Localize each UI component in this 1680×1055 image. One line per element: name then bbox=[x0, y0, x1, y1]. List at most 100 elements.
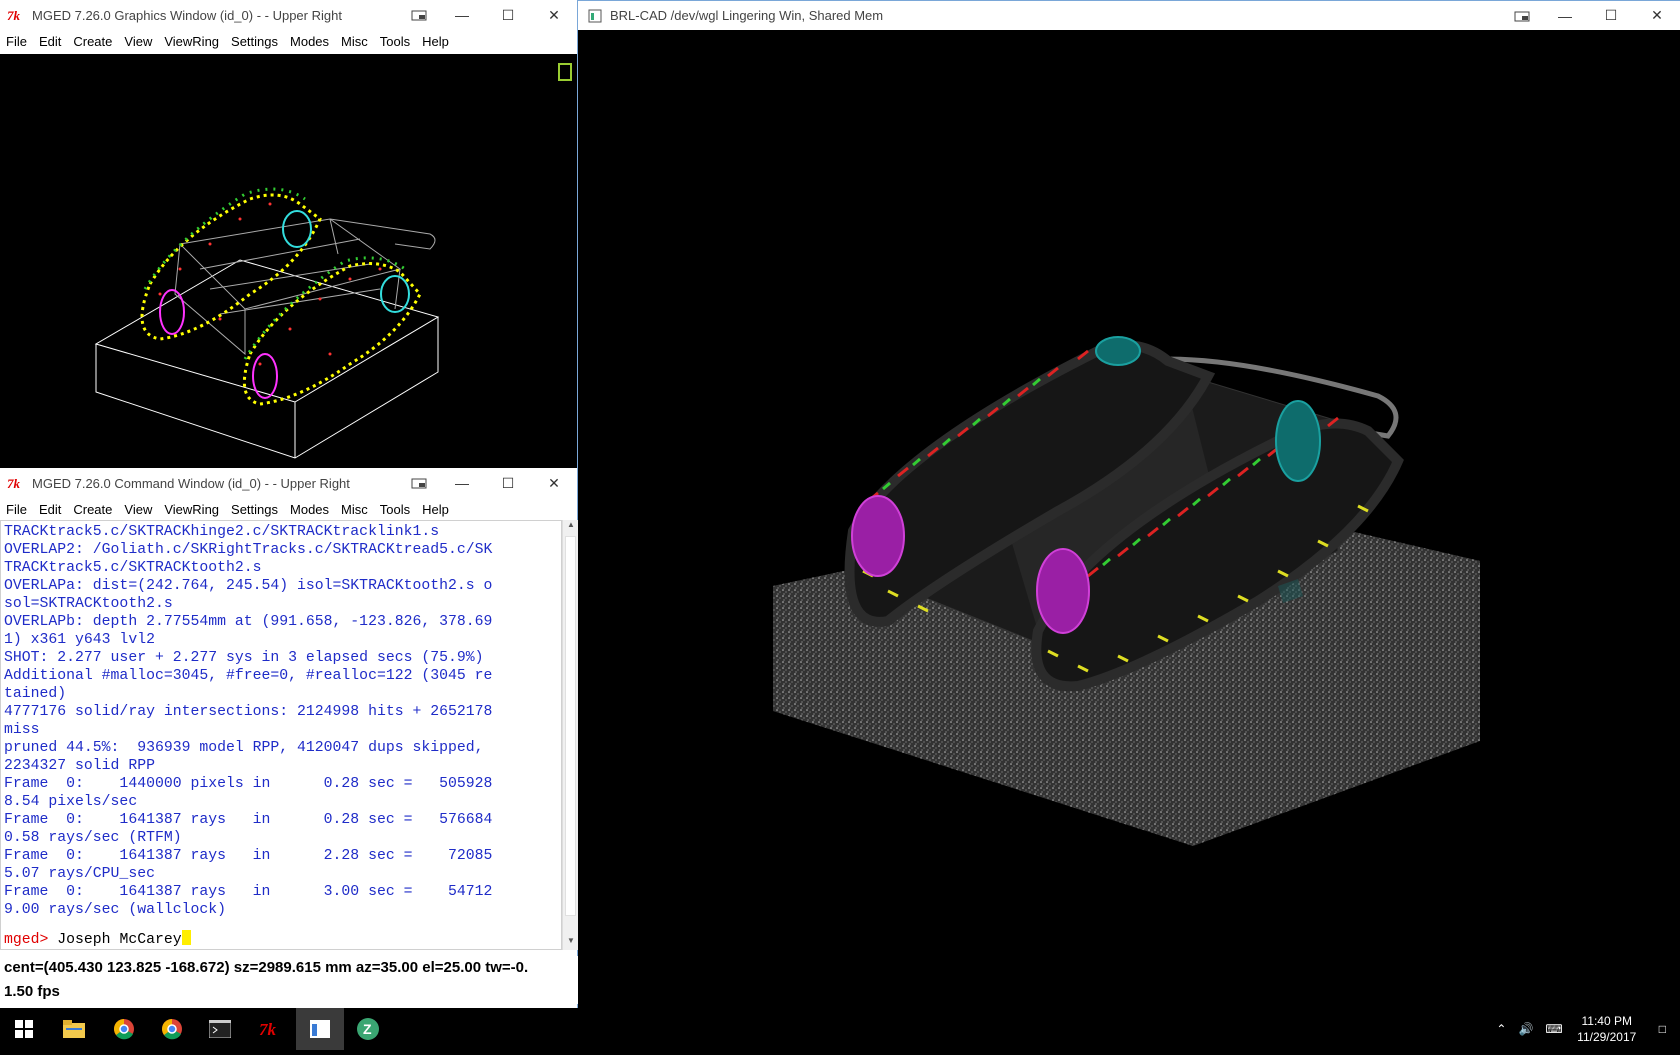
graphics-titlebar[interactable]: 7k MGED 7.26.0 Graphics Window (id_0) - … bbox=[0, 0, 577, 30]
menu-edit[interactable]: Edit bbox=[33, 502, 67, 517]
command-input-line[interactable]: mged> Joseph McCarey bbox=[4, 930, 191, 949]
menu-modes[interactable]: Modes bbox=[284, 502, 335, 517]
windows-logo-icon bbox=[15, 1020, 33, 1038]
scroll-down-arrow-icon[interactable]: ▼ bbox=[563, 936, 579, 950]
command-window: 7k MGED 7.26.0 Command Window (id_0) - -… bbox=[0, 468, 578, 1008]
console-line: OVERLAP2: /Goliath.c/SKRightTracks.c/SKT… bbox=[4, 542, 493, 558]
render-titlebar[interactable]: BRL-CAD /dev/wgl Lingering Win, Shared M… bbox=[578, 0, 1680, 30]
menu-create[interactable]: Create bbox=[67, 502, 118, 517]
menu-help[interactable]: Help bbox=[416, 502, 455, 517]
wireframe-model bbox=[94, 63, 572, 459]
maximize-button[interactable]: ☐ bbox=[485, 0, 531, 30]
mged-taskbar-button[interactable]: 7k bbox=[246, 1008, 294, 1050]
console-line: 9.00 rays/sec (wallclock) bbox=[4, 902, 226, 918]
menu-tools[interactable]: Tools bbox=[374, 502, 416, 517]
brlcad-window-taskbar-button[interactable] bbox=[296, 1008, 344, 1050]
console-line: TRACKtrack5.c/SKTRACKtooth2.s bbox=[4, 560, 262, 576]
console-line: 2234327 solid RPP bbox=[4, 758, 155, 774]
menu-help[interactable]: Help bbox=[416, 34, 455, 49]
console-line: Frame 0: 1641387 rays in 2.28 sec = 7208… bbox=[4, 848, 493, 864]
scroll-up-arrow-icon[interactable]: ▲ bbox=[563, 520, 579, 534]
command-titlebar[interactable]: 7k MGED 7.26.0 Command Window (id_0) - -… bbox=[0, 468, 577, 498]
close-button[interactable]: ✕ bbox=[531, 468, 577, 498]
volume-icon[interactable]: 🔊 bbox=[1512, 1022, 1539, 1036]
menu-view[interactable]: View bbox=[118, 34, 158, 49]
svg-text:Z: Z bbox=[363, 1021, 372, 1037]
text-cursor bbox=[181, 930, 191, 945]
fps-status: 1.50 fps bbox=[0, 980, 578, 1004]
menu-view[interactable]: View bbox=[118, 502, 158, 517]
command-menubar: File Edit Create View ViewRing Settings … bbox=[0, 498, 577, 520]
console-line: OVERLAPb: depth 2.77554mm at (991.658, -… bbox=[4, 614, 493, 630]
maximize-button[interactable]: ☐ bbox=[485, 468, 531, 498]
keyboard-icon[interactable]: ⌨ bbox=[1539, 1022, 1568, 1036]
menu-settings[interactable]: Settings bbox=[225, 502, 284, 517]
menu-settings[interactable]: Settings bbox=[225, 34, 284, 49]
graphics-menubar: File Edit Create View ViewRing Settings … bbox=[0, 30, 577, 52]
clock-time: 11:40 PM bbox=[1581, 1014, 1632, 1028]
clock-date: 11/29/2017 bbox=[1577, 1030, 1637, 1044]
scroll-thumb[interactable] bbox=[565, 536, 576, 916]
menu-misc[interactable]: Misc bbox=[335, 34, 374, 49]
menu-file[interactable]: File bbox=[0, 34, 33, 49]
command-input[interactable]: Joseph McCarey bbox=[48, 932, 181, 948]
menu-tools[interactable]: Tools bbox=[374, 34, 416, 49]
clock[interactable]: 11:40 PM 11/29/2017 bbox=[1569, 1013, 1645, 1045]
cast-icon[interactable] bbox=[399, 468, 439, 498]
tk-app-icon: 7k bbox=[259, 1020, 277, 1039]
prompt-label: mged> bbox=[4, 932, 49, 948]
chrome-canary-taskbar-button[interactable] bbox=[148, 1008, 196, 1050]
console-line: 8.54 pixels/sec bbox=[4, 794, 138, 810]
console-line: 1) x361 y643 lvl2 bbox=[4, 632, 155, 648]
terminal-taskbar-button[interactable] bbox=[196, 1008, 244, 1050]
start-button[interactable] bbox=[0, 1008, 48, 1050]
console-line: sol=SKTRACKtooth2.s bbox=[4, 596, 173, 612]
svg-text:7k: 7k bbox=[7, 8, 21, 22]
menu-viewring[interactable]: ViewRing bbox=[158, 34, 225, 49]
console-line: Frame 0: 1641387 rays in 3.00 sec = 5471… bbox=[4, 884, 493, 900]
minimize-button[interactable]: — bbox=[439, 468, 485, 498]
console-line: OVERLAPa: dist=(242.764, 245.54) isol=SK… bbox=[4, 578, 493, 594]
console-line: SHOT: 2.277 user + 2.277 sys in 3 elapse… bbox=[4, 650, 484, 666]
tk-app-icon: 7k bbox=[6, 7, 28, 23]
window-app-icon bbox=[310, 1020, 330, 1038]
console-lines: TRACKtrack5.c/SKTRACKhinge2.c/SKTRACKtra… bbox=[4, 523, 492, 919]
z-app-taskbar-button[interactable]: Z bbox=[344, 1008, 392, 1050]
chrome-taskbar-button[interactable] bbox=[100, 1008, 148, 1050]
cast-icon[interactable] bbox=[399, 0, 439, 30]
view-status-line: cent=(405.430 123.825 -168.672) sz=2989.… bbox=[0, 956, 578, 980]
svg-text:7k: 7k bbox=[259, 1020, 277, 1039]
window-app-icon bbox=[584, 8, 606, 24]
menu-viewring[interactable]: ViewRing bbox=[158, 502, 225, 517]
cast-icon[interactable] bbox=[1502, 1, 1542, 31]
console-line: 4777176 solid/ray intersections: 2124998… bbox=[4, 704, 493, 720]
console-line: pruned 44.5%: 936939 model RPP, 4120047 … bbox=[4, 740, 484, 756]
menu-create[interactable]: Create bbox=[67, 34, 118, 49]
console-line: TRACKtrack5.c/SKTRACKhinge2.c/SKTRACKtra… bbox=[4, 524, 440, 540]
menu-file[interactable]: File bbox=[0, 502, 33, 517]
minimize-button[interactable]: — bbox=[439, 0, 485, 30]
console-output[interactable]: TRACKtrack5.c/SKTRACKhinge2.c/SKTRACKtra… bbox=[0, 520, 562, 950]
close-button[interactable]: ✕ bbox=[531, 0, 577, 30]
file-explorer-taskbar-button[interactable] bbox=[50, 1008, 98, 1050]
wireframe-viewport[interactable] bbox=[0, 54, 577, 468]
menu-misc[interactable]: Misc bbox=[335, 502, 374, 517]
menu-edit[interactable]: Edit bbox=[33, 34, 67, 49]
render-window: BRL-CAD /dev/wgl Lingering Win, Shared M… bbox=[578, 0, 1680, 1050]
console-scrollbar[interactable]: ▲ ▼ bbox=[562, 520, 578, 950]
menu-modes[interactable]: Modes bbox=[284, 34, 335, 49]
z-app-icon: Z bbox=[357, 1018, 379, 1040]
minimize-button[interactable]: — bbox=[1542, 1, 1588, 31]
show-hidden-icons-chevron-icon[interactable]: ⌃ bbox=[1490, 1022, 1512, 1036]
console-line: Frame 0: 1641387 rays in 0.28 sec = 5766… bbox=[4, 812, 493, 828]
close-button[interactable]: ✕ bbox=[1634, 1, 1680, 31]
graphics-window: 7k MGED 7.26.0 Graphics Window (id_0) - … bbox=[0, 0, 578, 468]
graphics-window-title: MGED 7.26.0 Graphics Window (id_0) - - U… bbox=[32, 7, 342, 23]
chrome-icon bbox=[162, 1019, 182, 1040]
render-window-title: BRL-CAD /dev/wgl Lingering Win, Shared M… bbox=[610, 8, 884, 23]
raytrace-viewport[interactable] bbox=[578, 31, 1680, 1050]
terminal-icon bbox=[209, 1020, 231, 1038]
maximize-button[interactable]: ☐ bbox=[1588, 1, 1634, 31]
notifications-icon[interactable]: □ bbox=[1645, 1022, 1680, 1036]
console-line: Additional #malloc=3045, #free=0, #reall… bbox=[4, 668, 493, 684]
